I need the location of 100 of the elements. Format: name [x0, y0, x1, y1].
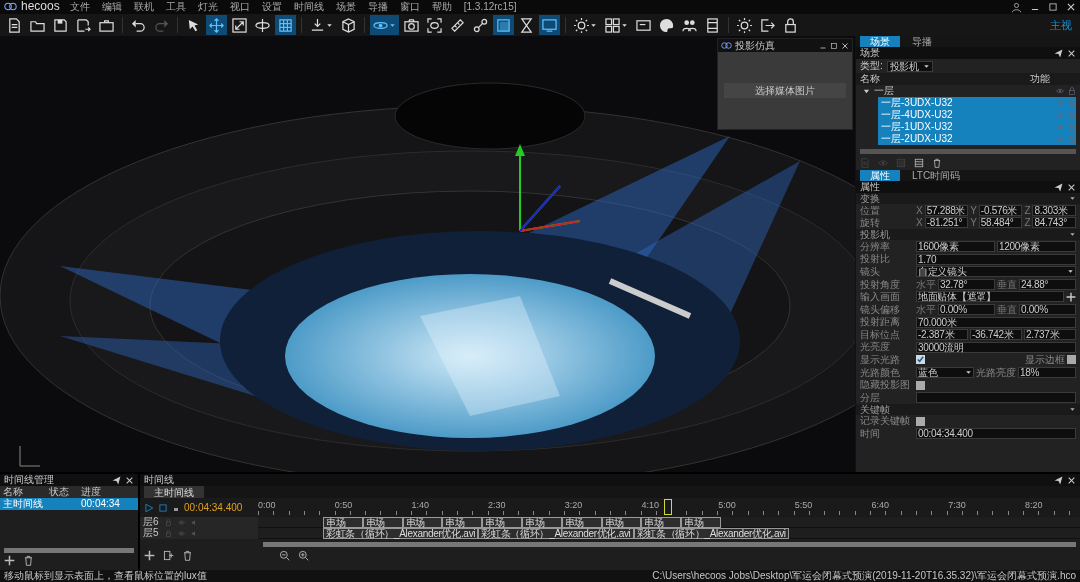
- input-field[interactable]: 1.70: [916, 253, 1076, 265]
- caret-icon[interactable]: [1069, 195, 1076, 202]
- dropdown-field[interactable]: 自定义镜头: [916, 266, 1076, 278]
- input-field[interactable]: -36.742米: [970, 329, 1022, 341]
- panel-tab[interactable]: 导播: [902, 36, 942, 47]
- plus-icon[interactable]: [144, 550, 155, 561]
- panel-tab[interactable]: LTC时间码: [902, 170, 971, 181]
- timeline-clip[interactable]: 彩虹条（循环）_Alexander优化.avi: [633, 527, 789, 539]
- timeline-clip[interactable]: 串场: [641, 516, 682, 528]
- menu-item[interactable]: 视口: [227, 1, 252, 13]
- close-icon[interactable]: [1067, 48, 1076, 58]
- paper-plane-icon[interactable]: [1054, 475, 1063, 485]
- table-icon[interactable]: [914, 158, 924, 168]
- type-select[interactable]: 投影机: [886, 60, 933, 72]
- input-field[interactable]: 32.78°: [938, 278, 995, 290]
- input-field[interactable]: 58.484°: [978, 217, 1023, 229]
- close-icon[interactable]: [1067, 182, 1076, 192]
- checked-checkbox[interactable]: [916, 355, 925, 365]
- select-media-button[interactable]: 选择媒体图片: [724, 82, 846, 99]
- horizontal-scrollbar[interactable]: [860, 149, 1076, 154]
- menu-item[interactable]: 场景: [333, 1, 358, 13]
- close-icon[interactable]: [1066, 2, 1076, 12]
- input-field[interactable]: 8.303米: [1032, 204, 1076, 216]
- menu-item[interactable]: 联机: [131, 1, 156, 13]
- input-field[interactable]: 70.000米: [916, 316, 1076, 328]
- input-field[interactable]: 57.288米: [924, 204, 969, 216]
- plus-icon[interactable]: [4, 555, 15, 566]
- timeline-clip[interactable]: 串场: [442, 516, 483, 528]
- dropdown-field[interactable]: 蓝色: [916, 366, 974, 378]
- checkbox[interactable]: [916, 380, 925, 390]
- checkbox[interactable]: [1067, 355, 1076, 365]
- input-field[interactable]: [916, 392, 1076, 404]
- menu-item[interactable]: 灯光: [195, 1, 220, 13]
- input-field[interactable]: 1600像素: [916, 241, 995, 252]
- play-icon[interactable]: [144, 502, 154, 513]
- playhead-marker[interactable]: [663, 499, 672, 515]
- tree-row[interactable]: 一层: [860, 85, 1076, 97]
- checkbox[interactable]: [916, 416, 925, 426]
- timeline-clip[interactable]: 彩虹条（循环）_Alexander优化.avi: [323, 527, 479, 539]
- tool-button[interactable]: [734, 15, 755, 35]
- menu-item[interactable]: 编辑: [99, 1, 124, 13]
- input-field[interactable]: 1200像素: [997, 241, 1076, 252]
- menu-item[interactable]: 导播: [365, 1, 390, 13]
- panel-tab[interactable]: 场景: [860, 36, 900, 47]
- caret-icon[interactable]: [326, 21, 333, 29]
- zoom-in-icon[interactable]: [298, 550, 309, 561]
- caret-icon[interactable]: [621, 21, 628, 29]
- close-icon[interactable]: [841, 41, 849, 50]
- menu-item[interactable]: 设置: [259, 1, 284, 13]
- user-icon[interactable]: [1011, 1, 1022, 13]
- maximize-icon[interactable]: [1048, 2, 1058, 12]
- input-field[interactable]: -0.576米: [978, 204, 1023, 216]
- input-field[interactable]: 84.743°: [1032, 217, 1076, 229]
- panel-tab[interactable]: 属性: [860, 170, 900, 181]
- input-field[interactable]: -2.387米: [916, 329, 968, 341]
- plus-icon[interactable]: [1066, 291, 1076, 302]
- paper-plane-icon[interactable]: [1054, 48, 1063, 58]
- horizontal-scrollbar[interactable]: [4, 548, 134, 553]
- maximize-icon[interactable]: [830, 41, 838, 50]
- caret-icon[interactable]: [590, 21, 597, 29]
- layer-add-icon[interactable]: [163, 550, 174, 561]
- trash-icon[interactable]: [23, 555, 34, 566]
- trash-icon[interactable]: [932, 158, 942, 168]
- timeline-clip[interactable]: 串场: [561, 516, 602, 528]
- spin-field[interactable]: 00:04:34.400: [916, 428, 1076, 440]
- input-field[interactable]: 地面贴体【遮罩】: [916, 291, 1064, 303]
- timeline-clip[interactable]: 串场: [482, 516, 522, 528]
- input-field[interactable]: 0.00%: [1019, 303, 1076, 315]
- menu-item[interactable]: 时间线: [291, 1, 326, 13]
- close-icon[interactable]: [1067, 475, 1076, 485]
- tool-button[interactable]: [229, 15, 250, 35]
- input-field[interactable]: 18%: [1018, 366, 1076, 378]
- paper-plane-icon[interactable]: [1054, 182, 1063, 192]
- tree-caret-icon[interactable]: [863, 87, 870, 95]
- caret-icon[interactable]: [1069, 405, 1076, 413]
- caret-icon[interactable]: [1069, 231, 1076, 239]
- input-field[interactable]: 2.737米: [1024, 329, 1076, 341]
- timeline-clip[interactable]: 串场: [522, 516, 562, 528]
- timeline-tab[interactable]: 主时间线: [144, 486, 204, 498]
- input-field[interactable]: 30000流明: [916, 341, 1076, 353]
- menu-item[interactable]: 帮助: [429, 1, 454, 13]
- zoom-out-icon[interactable]: [279, 550, 290, 561]
- input-field[interactable]: 0.00%: [938, 303, 995, 315]
- close-icon[interactable]: [125, 475, 134, 485]
- horizontal-scrollbar[interactable]: [263, 542, 1076, 547]
- tool-button[interactable]: [424, 15, 445, 35]
- timeline-clip[interactable]: 串场: [362, 516, 403, 528]
- menu-item[interactable]: 窗口: [397, 1, 422, 13]
- timeline-clip[interactable]: 串场: [601, 516, 642, 528]
- timeline-clip[interactable]: 彩虹条（循环）_Alexander优化.avi: [478, 527, 634, 539]
- input-field[interactable]: -81.251°: [924, 217, 969, 229]
- timeline-clip[interactable]: 串场: [681, 516, 721, 528]
- menu-item[interactable]: 工具: [163, 1, 188, 13]
- menu-item[interactable]: 文件: [67, 1, 92, 13]
- timeline-clip[interactable]: 串场: [323, 516, 363, 528]
- caret-icon[interactable]: [389, 21, 396, 29]
- time-ruler[interactable]: 0:00 0:50 1:40 2:30 3:20 4:10 5:00 5:50 6:40 7:30 8:20: [258, 498, 1080, 517]
- timeline-clip[interactable]: 串场: [402, 516, 443, 528]
- trash-icon[interactable]: [182, 550, 193, 561]
- timeline-row[interactable]: 主时间线 00:04:34: [0, 498, 138, 510]
